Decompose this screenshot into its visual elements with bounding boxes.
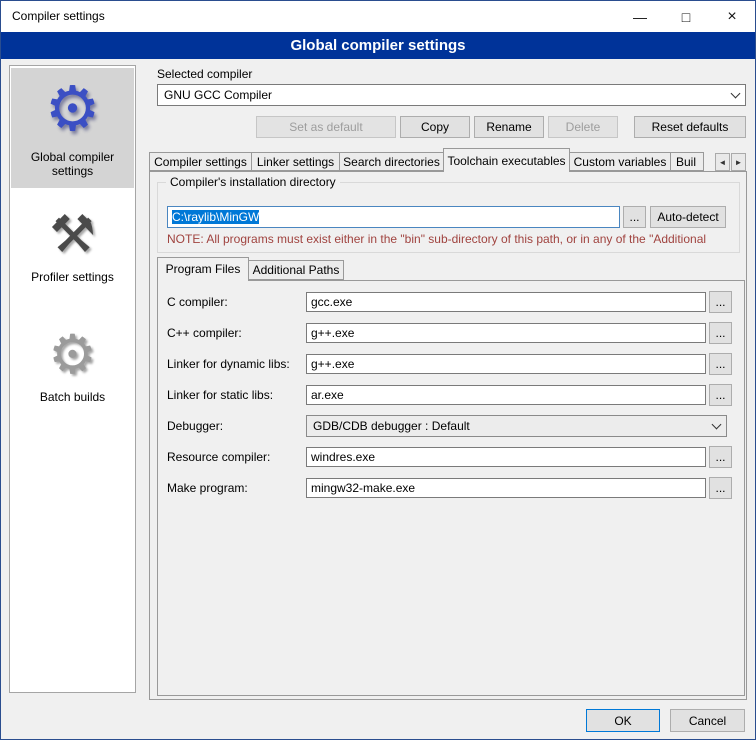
c-compiler-label: C compiler: <box>167 295 228 309</box>
subtab-additional-paths[interactable]: Additional Paths <box>248 260 344 280</box>
tab-search-directories[interactable]: Search directories <box>339 152 444 171</box>
set-as-default-button[interactable]: Set as default <box>256 116 396 138</box>
maximize-icon: □ <box>682 9 690 25</box>
tab-scroll-right-button[interactable]: ► <box>731 153 746 171</box>
profiler-icon: ⚒ <box>11 202 134 268</box>
cpp-compiler-label: C++ compiler: <box>167 326 242 340</box>
delete-button[interactable]: Delete <box>548 116 618 138</box>
sidebar-item-label: Profiler settings <box>11 268 134 292</box>
debugger-label: Debugger: <box>167 419 223 433</box>
static-linker-input[interactable] <box>306 385 706 405</box>
tab-toolchain-executables[interactable]: Toolchain executables <box>443 148 570 172</box>
rename-button[interactable]: Rename <box>474 116 544 138</box>
installation-directory-group-label: Compiler's installation directory <box>166 175 340 189</box>
tab-custom-variables[interactable]: Custom variables <box>569 152 671 171</box>
install-dir-input[interactable]: C:\raylib\MinGW <box>167 206 620 228</box>
compiler-settings-dialog: Compiler settings — □ × Global compiler … <box>0 0 756 740</box>
sidebar-item-global-compiler-settings[interactable]: ⚙ Global compiler settings <box>11 68 134 188</box>
auto-detect-button[interactable]: Auto-detect <box>650 206 726 228</box>
dynamic-linker-browse-button[interactable]: ... <box>709 353 732 375</box>
reset-defaults-button[interactable]: Reset defaults <box>634 116 746 138</box>
global-compiler-gear-icon: ⚙ <box>11 72 134 148</box>
window-controls: — □ × <box>617 1 755 32</box>
make-program-input[interactable] <box>306 478 706 498</box>
cancel-button[interactable]: Cancel <box>670 709 745 732</box>
batch-builds-icon: ⚙ <box>11 322 134 388</box>
resource-compiler-label: Resource compiler: <box>167 450 270 464</box>
dynamic-linker-label: Linker for dynamic libs: <box>167 357 290 371</box>
tab-linker-settings[interactable]: Linker settings <box>251 152 340 171</box>
tab-scroll-left-icon: ◄ <box>719 158 727 167</box>
make-program-label: Make program: <box>167 481 248 495</box>
compiler-select[interactable]: GNU GCC Compiler <box>157 84 746 106</box>
close-icon: × <box>727 8 736 26</box>
ok-button[interactable]: OK <box>586 709 660 732</box>
resource-compiler-browse-button[interactable]: ... <box>709 446 732 468</box>
install-dir-value: C:\raylib\MinGW <box>172 210 259 224</box>
sidebar-item-profiler-settings[interactable]: ⚒ Profiler settings <box>11 198 134 292</box>
c-compiler-input[interactable] <box>306 292 706 312</box>
chevron-down-icon <box>725 85 745 105</box>
tab-compiler-settings[interactable]: Compiler settings <box>149 152 252 171</box>
copy-button[interactable]: Copy <box>400 116 470 138</box>
maximize-button[interactable]: □ <box>663 1 709 32</box>
compiler-select-value: GNU GCC Compiler <box>164 85 272 105</box>
cpp-compiler-browse-button[interactable]: ... <box>709 322 732 344</box>
tab-scroll-right-icon: ► <box>735 158 743 167</box>
sidebar-item-label: Batch builds <box>11 388 134 412</box>
subtab-program-files[interactable]: Program Files <box>157 257 249 281</box>
static-linker-browse-button[interactable]: ... <box>709 384 732 406</box>
tab-build-options-clipped[interactable]: Buil <box>670 152 704 171</box>
chevron-down-icon <box>706 416 726 436</box>
dialog-header-title: Global compiler settings <box>1 32 755 59</box>
dynamic-linker-input[interactable] <box>306 354 706 374</box>
make-program-browse-button[interactable]: ... <box>709 477 732 499</box>
titlebar: Compiler settings — □ × <box>1 1 755 32</box>
debugger-select-value: GDB/CDB debugger : Default <box>313 416 470 436</box>
close-button[interactable]: × <box>709 1 755 32</box>
static-linker-label: Linker for static libs: <box>167 388 273 402</box>
selected-compiler-label: Selected compiler <box>157 67 252 81</box>
window-title: Compiler settings <box>12 9 105 23</box>
install-dir-browse-button[interactable]: ... <box>623 206 646 228</box>
minimize-icon: — <box>633 9 647 25</box>
install-dir-note: NOTE: All programs must exist either in … <box>167 232 734 246</box>
sidebar-item-label: Global compiler settings <box>11 148 134 186</box>
cpp-compiler-input[interactable] <box>306 323 706 343</box>
resource-compiler-input[interactable] <box>306 447 706 467</box>
minimize-button[interactable]: — <box>617 1 663 32</box>
settings-category-sidebar: ⚙ Global compiler settings ⚒ Profiler se… <box>9 65 136 693</box>
debugger-select[interactable]: GDB/CDB debugger : Default <box>306 415 727 437</box>
sidebar-item-batch-builds[interactable]: ⚙ Batch builds <box>11 318 134 412</box>
c-compiler-browse-button[interactable]: ... <box>709 291 732 313</box>
tab-scroll-left-button[interactable]: ◄ <box>715 153 730 171</box>
